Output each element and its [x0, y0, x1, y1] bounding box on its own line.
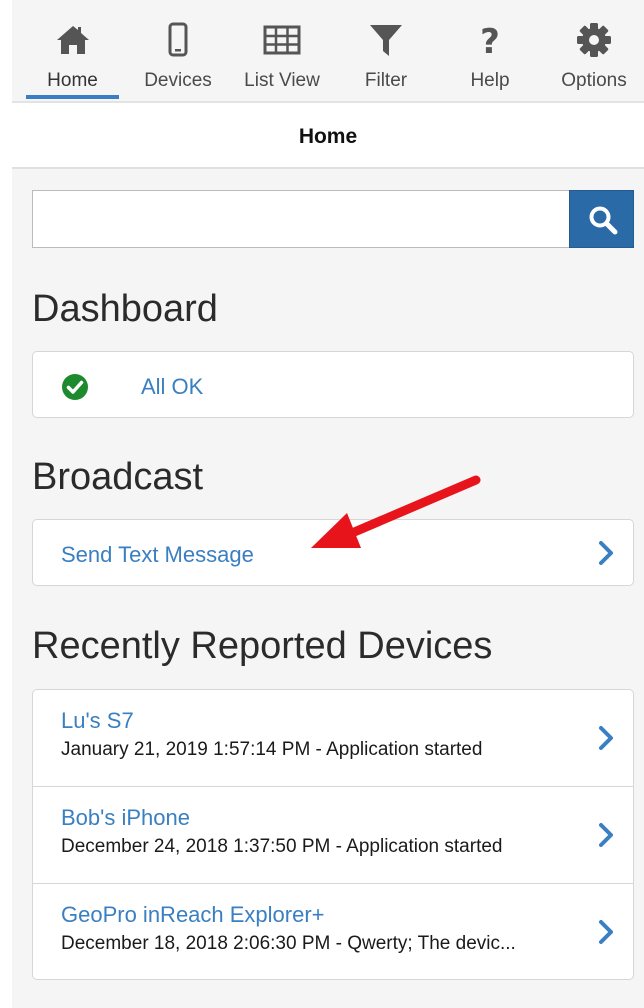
device-name: Bob's iPhone	[61, 805, 190, 830]
dashboard-status-label: All OK	[141, 374, 204, 399]
table-icon	[263, 25, 301, 55]
toolbar-home-label: Home	[47, 70, 98, 91]
toolbar-home-button[interactable]: Home	[26, 0, 119, 101]
dashboard-heading: Dashboard	[32, 288, 218, 330]
recent-devices-heading: Recently Reported Devices	[32, 625, 493, 667]
help-icon: ?	[480, 22, 500, 60]
recent-devices-list: Lu's S7 January 21, 2019 1:57:14 PM - Ap…	[32, 689, 634, 980]
device-name: GeoPro inReach Explorer+	[61, 902, 325, 927]
toolbar-help-button[interactable]: ? Help	[444, 0, 536, 101]
app-screen: Home Devices List View Filter ? Help Opt…	[12, 0, 644, 1008]
search-icon	[589, 206, 618, 235]
top-toolbar: Home Devices List View Filter ? Help Opt…	[12, 0, 644, 103]
toolbar-filter-button[interactable]: Filter	[340, 0, 432, 101]
toolbar-devices-label: Devices	[144, 70, 212, 91]
device-report-detail: January 21, 2019 1:57:14 PM - Applicatio…	[61, 739, 483, 760]
active-tab-indicator	[26, 95, 119, 99]
broadcast-heading: Broadcast	[32, 456, 204, 498]
gear-icon	[577, 23, 611, 57]
device-list-item[interactable]: Bob's iPhone December 24, 2018 1:37:50 P…	[33, 787, 633, 884]
device-report-detail: December 18, 2018 2:06:30 PM - Qwerty; T…	[61, 933, 516, 954]
chevron-right-icon	[599, 541, 613, 565]
search-button[interactable]	[569, 190, 634, 248]
chevron-right-icon	[599, 726, 613, 750]
send-text-message-button[interactable]: Send Text Message	[32, 519, 634, 586]
check-circle-icon	[62, 374, 88, 400]
toolbar-listview-button[interactable]: List View	[232, 0, 332, 101]
home-icon	[56, 26, 89, 54]
search-bar	[32, 190, 634, 248]
filter-icon	[370, 25, 402, 56]
device-report-detail: December 24, 2018 1:37:50 PM - Applicati…	[61, 836, 503, 857]
chevron-right-icon	[599, 920, 613, 944]
toolbar-help-label: Help	[470, 70, 510, 91]
toolbar-filter-label: Filter	[364, 70, 408, 91]
toolbar-devices-button[interactable]: Devices	[130, 0, 226, 101]
device-list-item[interactable]: GeoPro inReach Explorer+ December 18, 20…	[33, 884, 633, 981]
page-title: Home	[298, 125, 358, 148]
search-input[interactable]	[32, 190, 570, 248]
device-list-item[interactable]: Lu's S7 January 21, 2019 1:57:14 PM - Ap…	[33, 690, 633, 787]
svg-text:?: ?	[480, 22, 500, 60]
chevron-right-icon	[599, 823, 613, 847]
send-text-message-label: Send Text Message	[61, 542, 254, 567]
toolbar-options-button[interactable]: Options	[548, 0, 640, 101]
toolbar-listview-label: List View	[244, 70, 320, 91]
device-name: Lu's S7	[61, 708, 134, 733]
dashboard-status-card[interactable]: All OK	[32, 351, 634, 418]
toolbar-options-label: Options	[561, 70, 627, 91]
page-header: Home	[12, 103, 644, 169]
phone-icon	[168, 22, 188, 57]
